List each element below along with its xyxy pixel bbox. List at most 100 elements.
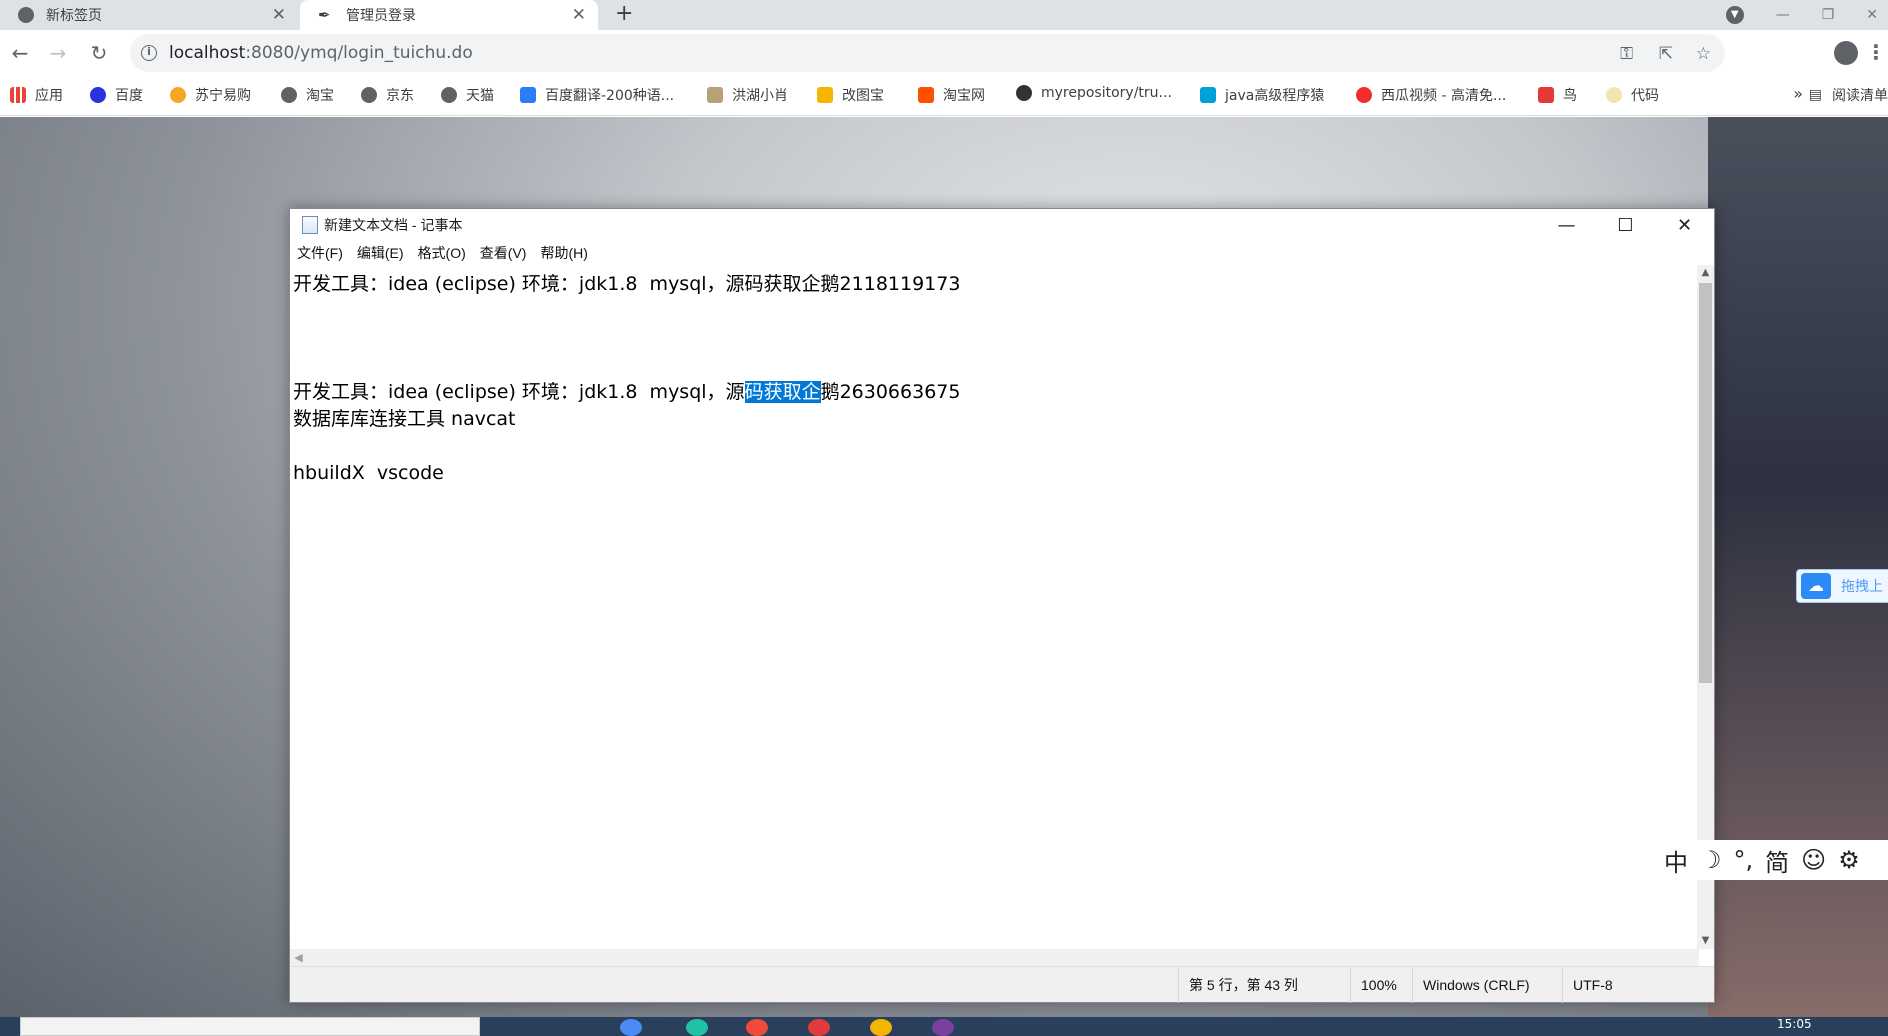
bookmark-star-icon[interactable]: ☆ <box>1696 44 1711 64</box>
ime-punctuation[interactable]: °, <box>1734 846 1754 874</box>
scroll-down-icon[interactable]: ▼ <box>1697 933 1714 949</box>
bookmarks-more-button[interactable]: » <box>1793 84 1803 103</box>
scroll-up-icon[interactable]: ▲ <box>1697 265 1714 281</box>
baidu-paw-icon <box>90 87 106 103</box>
menu-kebab-icon[interactable]: ⋮ <box>1866 40 1886 64</box>
folder-icon <box>817 87 833 103</box>
status-zoom: 100% <box>1350 967 1412 1003</box>
new-tab-button[interactable]: + <box>615 0 633 28</box>
ime-emoji-icon[interactable]: ☺ <box>1801 846 1826 874</box>
menu-view[interactable]: 查看(V) <box>480 243 527 263</box>
apps-grid-icon <box>10 87 26 103</box>
notepad-title-bar[interactable]: 新建文本文档 - 记事本 — ☐ ✕ <box>290 209 1714 241</box>
ime-moon-icon[interactable]: ☽ <box>1700 846 1722 874</box>
feather-icon <box>707 87 723 103</box>
bookmark-taobao[interactable]: 淘宝 <box>281 85 334 105</box>
notepad-status-bar: 第 5 行，第 43 列 100% Windows (CRLF) UTF-8 <box>290 966 1714 1003</box>
ime-toolbar: 中 ☽ °, 简 ☺ ⚙ <box>1652 840 1888 880</box>
bookmark-honghu[interactable]: 洪湖小肖 <box>707 85 788 105</box>
minimize-icon[interactable]: — <box>1537 209 1596 241</box>
ime-mode-chinese[interactable]: 中 <box>1664 843 1688 878</box>
taskbar-app-icon[interactable] <box>620 1019 642 1036</box>
notepad-icon <box>302 216 318 234</box>
taskbar-app-icon[interactable] <box>746 1019 768 1036</box>
bird-icon <box>1538 87 1554 103</box>
text-line <box>293 298 1692 325</box>
ime-settings-icon[interactable]: ⚙ <box>1838 846 1860 874</box>
forward-icon[interactable]: → <box>45 40 71 66</box>
tab-new-tab[interactable]: 新标签页 ✕ <box>0 0 298 30</box>
close-tab-icon[interactable]: ✕ <box>272 5 286 25</box>
address-bar[interactable]: i localhost:8080/ymq/login_tuichu.do ⚿ ⇱… <box>130 34 1725 72</box>
maximize-icon[interactable]: ☐ <box>1596 209 1655 241</box>
menu-edit[interactable]: 编辑(E) <box>357 243 404 263</box>
taskbar-app-icon[interactable] <box>808 1019 830 1036</box>
bookmark-myrepository[interactable]: myrepository/tru... <box>1016 85 1172 101</box>
menu-help[interactable]: 帮助(H) <box>540 243 587 263</box>
baidu-netdisk-icon: ☁ <box>1801 573 1831 599</box>
text-line-selected: 开发工具：idea (eclipse) 环境：jdk1.8 mysql，源码获取… <box>293 381 961 403</box>
profile-avatar-icon[interactable] <box>1834 41 1858 65</box>
bookmark-suning[interactable]: 苏宁易购 <box>170 85 251 105</box>
tab-title: 管理员登录 <box>346 8 416 24</box>
tab-search-icon[interactable]: ▼ <box>1725 6 1744 24</box>
scrollbar-thumb[interactable] <box>1699 283 1712 683</box>
baidu-translate-icon <box>520 87 536 103</box>
menu-format[interactable]: 格式(O) <box>418 243 466 263</box>
reading-list-icon: ▤ <box>1808 87 1822 103</box>
text-line <box>293 325 1692 352</box>
bookmark-baidu[interactable]: 百度 <box>90 85 143 105</box>
site-info-icon[interactable]: i <box>141 45 157 61</box>
bookmark-code[interactable]: 代码 <box>1606 85 1659 105</box>
restore-icon[interactable]: ❐ <box>1822 7 1835 23</box>
menu-file[interactable]: 文件(F) <box>297 243 343 263</box>
key-icon[interactable]: ⚿ <box>1620 44 1633 64</box>
taskbar-app-icon[interactable] <box>932 1019 954 1036</box>
bookmarks-bar: 应用 百度 苏宁易购 淘宝 京东 天猫 百度翻译-200种语... 洪湖小肖 改… <box>0 76 1888 116</box>
globe-icon <box>441 87 457 103</box>
taskbar-app-icon[interactable] <box>686 1019 708 1036</box>
text-line: 开发工具：idea (eclipse) 环境：jdk1.8 mysql，源码获取… <box>293 273 961 295</box>
github-icon <box>1016 85 1032 101</box>
taskbar-search-box[interactable] <box>20 1017 480 1036</box>
browser-window-controls: ▼ — ❐ ✕ <box>1725 0 1888 30</box>
taskbar-app-icon[interactable] <box>870 1019 892 1036</box>
minimize-icon[interactable]: — <box>1776 7 1790 23</box>
bookmark-apps[interactable]: 应用 <box>10 85 63 105</box>
text-selection: 码获取企 <box>744 381 821 403</box>
notepad-window: 新建文本文档 - 记事本 — ☐ ✕ 文件(F) 编辑(E) 格式(O) 查看(… <box>289 208 1715 1003</box>
reload-icon[interactable]: ↻ <box>86 40 112 66</box>
bookmark-taobao-net[interactable]: 淘宝网 <box>918 85 985 105</box>
bookmark-java[interactable]: java高级程序猿 <box>1200 85 1324 105</box>
suning-icon <box>170 87 186 103</box>
bookmark-jd[interactable]: 京东 <box>361 85 414 105</box>
url-text[interactable]: localhost:8080/ymq/login_tuichu.do <box>169 43 473 63</box>
globe-icon <box>281 87 297 103</box>
bookmark-xigua[interactable]: 西瓜视频 - 高清免... <box>1356 85 1506 105</box>
horizontal-scrollbar[interactable]: ◀ <box>290 949 1699 966</box>
browser-tab-strip: 新标签页 ✕ ✒ 管理员登录 ✕ + ▼ — ❐ ✕ <box>0 0 1888 30</box>
close-window-icon[interactable]: ✕ <box>1866 7 1878 23</box>
bookmark-gaitubao[interactable]: 改图宝 <box>817 85 884 105</box>
desktop-background: ☁ 拖拽上 新建文本文档 - 记事本 — ☐ ✕ 文件(F) 编辑(E) 格式(… <box>0 117 1888 1036</box>
widget-label: 拖拽上 <box>1841 579 1883 595</box>
bookmark-baidu-translate[interactable]: 百度翻译-200种语... <box>520 85 674 105</box>
back-icon[interactable]: ← <box>7 40 33 66</box>
baidu-netdisk-widget[interactable]: ☁ 拖拽上 <box>1796 569 1888 603</box>
status-encoding: UTF-8 <box>1562 967 1679 1003</box>
ime-simplified[interactable]: 简 <box>1765 843 1789 878</box>
close-tab-icon[interactable]: ✕ <box>572 5 586 25</box>
tab-title: 新标签页 <box>46 8 102 24</box>
close-icon[interactable]: ✕ <box>1655 209 1714 241</box>
bilibili-icon <box>1200 87 1216 103</box>
notepad-text-area[interactable]: 开发工具：idea (eclipse) 环境：jdk1.8 mysql，源码获取… <box>290 265 1695 949</box>
bookmark-bird[interactable]: 鸟 <box>1538 85 1577 105</box>
tab-admin-login[interactable]: ✒ 管理员登录 ✕ <box>300 0 598 30</box>
taskbar-clock[interactable]: 15:05 <box>1777 1017 1812 1031</box>
windows-taskbar: 15:05 <box>0 1017 1888 1036</box>
share-icon[interactable]: ⇱ <box>1659 44 1673 64</box>
scroll-left-icon[interactable]: ◀ <box>290 949 307 966</box>
xigua-icon <box>1356 87 1372 103</box>
bookmark-tmall[interactable]: 天猫 <box>441 85 494 105</box>
reading-list-button[interactable]: ▤ 阅读清单 <box>1809 85 1888 105</box>
